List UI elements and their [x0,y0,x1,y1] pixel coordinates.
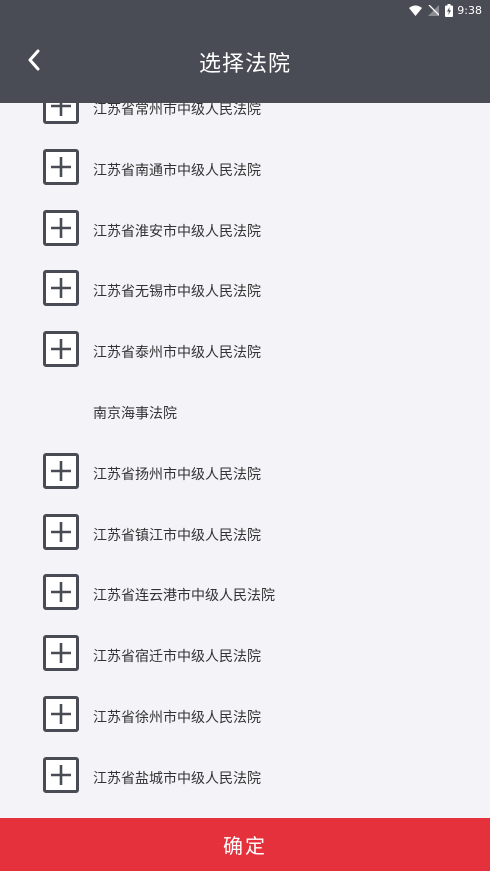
plus-icon [51,339,71,360]
court-list-item[interactable]: 江苏省无锡市中级人民法院 [0,265,490,315]
court-list[interactable]: 江苏省常州市中级人民法院 江苏省南通市中级人民法院 江苏省淮安市中级人民法院 江苏省无… [0,103,490,818]
status-time: 9:38 [457,3,482,17]
court-name: 江苏省无锡市中级人民法院 [93,284,261,301]
plus-icon [51,103,71,116]
expand-button[interactable] [43,513,79,550]
chevron-left-icon [28,49,40,71]
plus-icon [51,217,71,238]
expand-button[interactable] [43,209,79,246]
expand-button[interactable] [43,452,79,489]
back-button[interactable] [20,45,48,75]
court-list-item[interactable]: 江苏省扬州市中级人民法院 [0,448,490,498]
plus-icon [51,156,71,177]
expand-button[interactable] [43,148,79,185]
page-title: 选择法院 [198,51,291,77]
app-bar: 选择法院 [0,20,490,103]
court-list-item[interactable]: 南京海事法院 [0,387,490,437]
plus-icon [51,521,71,542]
signal-off-icon [428,4,440,16]
plus-icon [51,582,71,603]
court-list-item[interactable]: 江苏省淮安市中级人民法院 [0,205,490,255]
plus-icon [51,460,71,481]
court-name: 江苏省常州市中级人民法院 [93,103,261,118]
court-list-item[interactable]: 江苏省徐州市中级人民法院 [0,691,490,741]
court-list-item[interactable]: 江苏省镇江市中级人民法院 [0,509,490,559]
court-name: 江苏省淮安市中级人民法院 [93,223,261,240]
wifi-icon [409,5,423,16]
court-name: 南京海事法院 [93,406,177,422]
expand-button[interactable] [43,696,79,732]
expand-button[interactable] [43,270,79,307]
court-name: 江苏省南通市中级人民法院 [93,162,261,179]
expand-button[interactable] [43,756,79,793]
plus-icon [51,643,71,664]
expand-button[interactable] [43,103,79,124]
expand-button[interactable] [43,574,79,611]
court-name: 江苏省连云港市中级人民法院 [93,588,275,605]
court-list-item[interactable]: 江苏省盐城市中级人民法院 [0,752,490,802]
plus-icon [51,704,71,724]
court-list-item[interactable]: 江苏省泰州市中级人民法院 [0,326,490,376]
court-name: 江苏省泰州市中级人民法院 [93,345,261,362]
battery-charging-icon [445,3,454,17]
court-name: 江苏省宿迁市中级人民法院 [93,649,261,666]
court-list-item[interactable]: 江苏省常州市中级人民法院 [0,103,490,133]
court-name: 江苏省镇江市中级人民法院 [93,527,261,544]
confirm-button[interactable]: 确定 [0,818,490,871]
court-name: 江苏省扬州市中级人民法院 [93,466,261,483]
court-list-item[interactable]: 江苏省南通市中级人民法院 [0,144,490,194]
court-name: 江苏省盐城市中级人民法院 [93,770,261,787]
court-list-item[interactable]: 江苏省宿迁市中级人民法院 [0,630,490,680]
expand-button[interactable] [43,635,79,672]
plus-icon [51,764,71,785]
court-name: 江苏省徐州市中级人民法院 [93,710,261,726]
plus-icon [51,278,71,299]
court-list-item[interactable]: 江苏省连云港市中级人民法院 [0,569,490,619]
expand-button[interactable] [43,331,79,368]
status-bar: 9:38 [0,0,490,20]
